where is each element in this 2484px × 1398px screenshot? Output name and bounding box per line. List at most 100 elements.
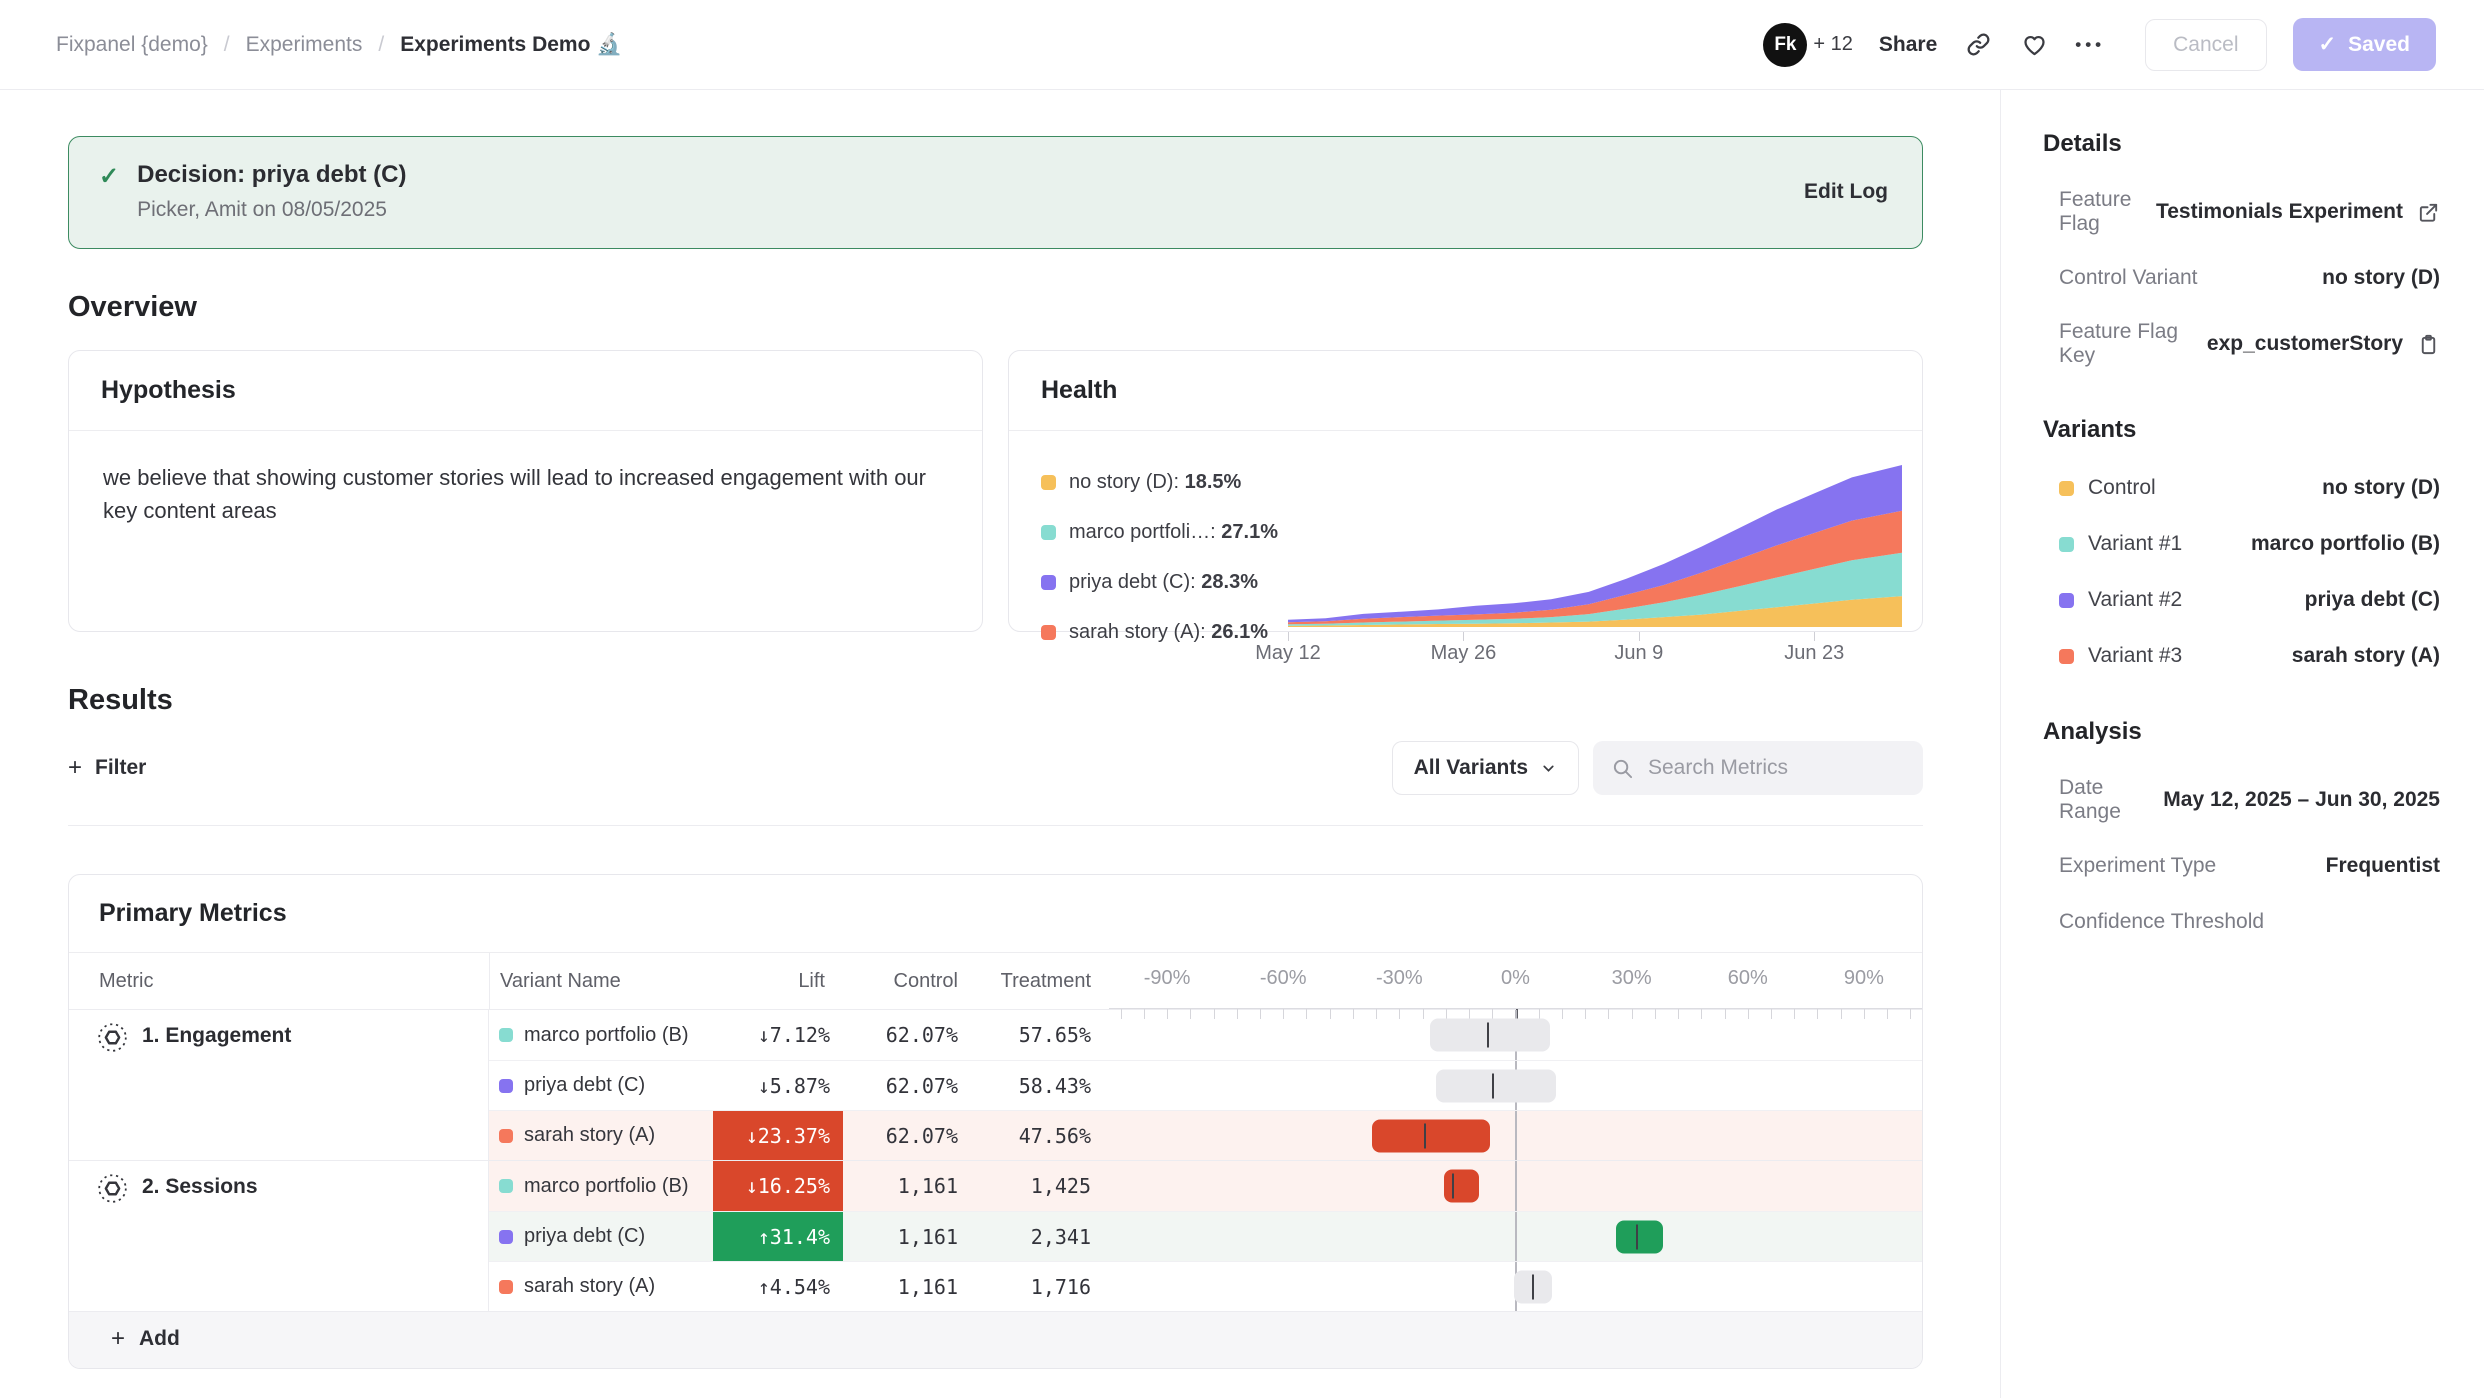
avatar[interactable]: Fk [1763,23,1807,67]
legend-swatch [1041,625,1056,640]
health-card: Health no story (D): 18.5%marco portfoli… [1008,350,1923,632]
variant-name: marco portfolio (B) [524,1024,689,1047]
lift-cell: ↑4.54% [713,1262,843,1311]
check-icon: ✓ [2319,32,2337,57]
variant-swatch [2059,481,2074,496]
cancel-button[interactable]: Cancel [2145,19,2266,71]
scale-tick-label: 0% [1501,967,1530,990]
copy-link-icon[interactable] [1963,30,1993,60]
overview-heading: Overview [68,291,1923,324]
metrics-table-header: Metric Variant Name Lift Control Treatme… [69,953,1922,1009]
copy-icon[interactable] [2417,333,2440,356]
legend-item: sarah story (A): 26.1% [1041,621,1288,644]
x-axis-label: Jun 9 [1614,642,1663,665]
breadcrumb-project[interactable]: Fixpanel {demo} [56,33,208,57]
external-link-icon[interactable] [2417,201,2440,224]
saved-label: Saved [2348,33,2410,57]
column-header-metric: Metric [69,970,489,993]
variant-swatch [499,1179,513,1193]
variant-cell: sarah story (A) [489,1275,713,1298]
primary-metrics-title: Primary Metrics [69,875,1922,953]
x-axis-label: Jun 23 [1784,642,1844,665]
stacked-area-chart [1288,459,1902,627]
details-value-text: Testimonials Experiment [2156,200,2403,224]
lift-marker [1636,1224,1638,1249]
variant-label-text: Variant #2 [2088,588,2182,612]
add-metric-button[interactable]: + Add [69,1311,1922,1368]
results-toolbar: + Filter All Variants [68,741,1923,826]
variant-swatch [2059,649,2074,664]
collaborators[interactable]: Fk + 12 [1763,23,1852,67]
variant-label-text: Variant #3 [2088,644,2182,668]
legend-swatch [1041,575,1056,590]
confidence-interval-cell [1109,1010,1922,1060]
variants-dropdown[interactable]: All Variants [1392,741,1579,795]
decision-title: Decision: priya debt (C) [137,161,406,189]
legend-swatch [1041,525,1056,540]
analysis-row: Date RangeMay 12, 2025 – Jun 30, 2025 [2043,776,2440,824]
scale-ruler [1109,1008,1922,1009]
confidence-interval-bar [1616,1220,1662,1253]
saved-button[interactable]: ✓ Saved [2293,18,2436,71]
lift-value: ↓16.25% [713,1161,843,1211]
confidence-interval-bar [1430,1019,1550,1052]
search-metrics-box[interactable] [1593,741,1923,795]
details-sidebar: Details Feature FlagTestimonials Experim… [2000,90,2484,1398]
variants-dropdown-label: All Variants [1414,756,1528,780]
breadcrumb-separator: / [224,33,230,57]
collaborators-count[interactable]: + 12 [1813,33,1852,56]
health-area-chart: May 12May 26Jun 9Jun 23 [1288,449,1902,671]
health-legend: no story (D): 18.5%marco portfoli…: 27.1… [1041,449,1288,671]
confidence-interval-cell [1109,1161,1922,1211]
metric-cell[interactable]: 1. Engagement [69,1010,489,1160]
control-value: 1,161 [843,1275,976,1299]
confidence-interval-cell [1109,1262,1922,1311]
variant-row: Variant #1marco portfolio (B) [2043,530,2440,558]
legend-label: marco portfoli…: 27.1% [1069,521,1278,544]
share-button[interactable]: Share [1879,33,1937,57]
legend-value: 28.3% [1201,571,1258,593]
analysis-label: Date Range [2059,776,2163,824]
metric-cell[interactable]: 2. Sessions [69,1161,489,1311]
results-heading: Results [68,684,1923,717]
check-icon: ✓ [99,161,119,222]
variant-row: Variant #3 sarah story (A) [2043,642,2440,670]
table-row: priya debt (C)↑31.4%1,1612,341 [489,1211,1922,1261]
lift-cell: ↑31.4% [713,1212,843,1261]
hypothesis-card: Hypothesis we believe that showing custo… [68,350,983,632]
analysis-label: Experiment Type [2059,854,2216,878]
metric-name: 1. Engagement [142,1024,291,1048]
more-options-icon[interactable]: ••• [2075,35,2105,55]
variant-row: Variant #2priya debt (C) [2043,586,2440,614]
edit-log-button[interactable]: Edit Log [1804,180,1888,204]
control-value: 1,161 [843,1174,976,1198]
variant-value: marco portfolio (B) [2251,532,2440,556]
column-header-control: Control [843,970,976,993]
metric-target-icon [97,1173,128,1204]
treatment-value: 57.65% [976,1023,1109,1047]
search-metrics-input[interactable] [1648,756,1905,780]
variant-value: sarah story (A) [2292,644,2440,668]
metric-rows: marco portfolio (B)↓7.12%62.07%57.65%pri… [489,1010,1922,1160]
x-axis-label: May 26 [1431,642,1497,665]
scale-tick-label: 90% [1844,967,1884,990]
metric-name: 2. Sessions [142,1175,258,1199]
x-axis-label: May 12 [1255,642,1321,665]
scale-tick-label: 60% [1728,967,1768,990]
legend-label: sarah story (A): 26.1% [1069,621,1268,644]
variant-swatch [499,1028,513,1042]
confidence-interval-cell [1109,1212,1922,1261]
confidence-interval-bar [1444,1170,1479,1203]
variant-value: no story (D) [2322,476,2440,500]
lift-marker [1487,1023,1489,1048]
breadcrumb-experiments[interactable]: Experiments [246,33,363,57]
add-filter-button[interactable]: + Filter [68,754,146,782]
hypothesis-title: Hypothesis [69,351,982,431]
x-axis-tick [1463,632,1464,641]
search-icon [1611,757,1634,780]
analysis-label: Confidence Threshold [2059,910,2264,934]
variant-cell: marco portfolio (B) [489,1175,713,1198]
favorite-icon[interactable] [2019,30,2049,60]
lift-marker [1424,1123,1426,1148]
control-value: 62.07% [843,1023,976,1047]
